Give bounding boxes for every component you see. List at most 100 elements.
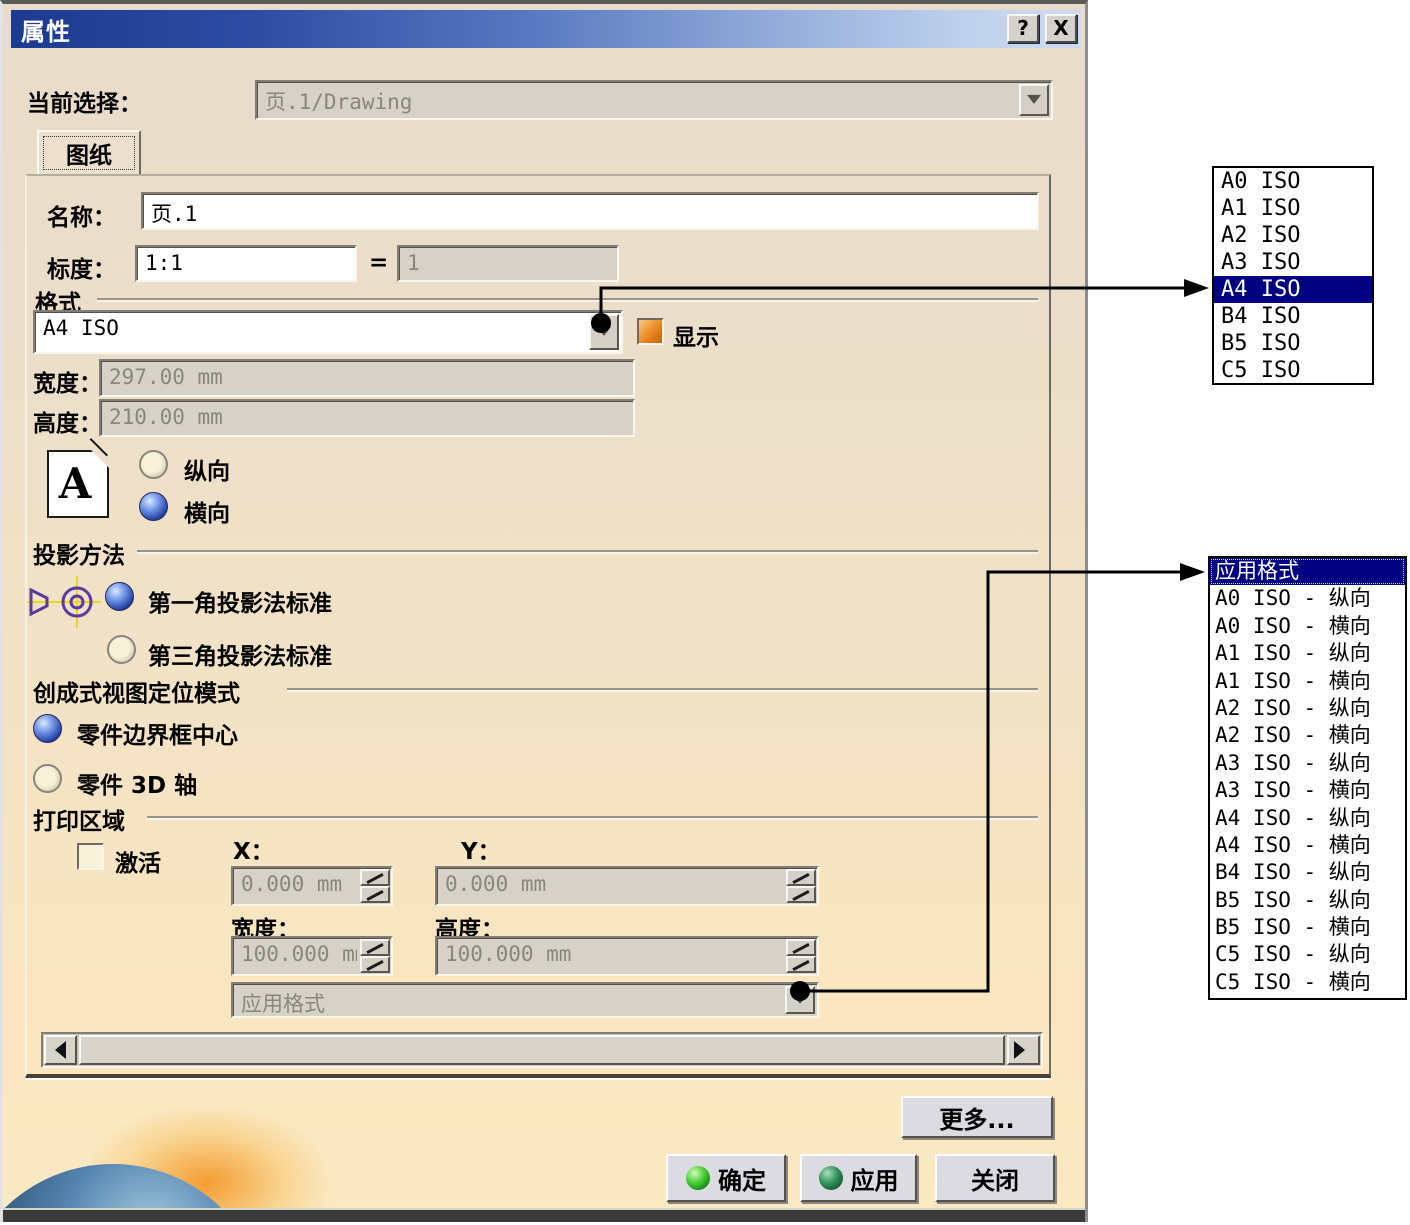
spin-down-icon[interactable] xyxy=(360,956,390,973)
activate-checkbox[interactable] xyxy=(77,843,104,870)
scroll-left-icon[interactable] xyxy=(44,1035,77,1065)
apply-format-list-item[interactable]: B5 ISO - 横向 xyxy=(1210,914,1405,941)
first-angle-projection-icon xyxy=(27,576,101,628)
spin-up-icon[interactable] xyxy=(786,869,816,886)
format-list-item[interactable]: A1 ISO xyxy=(1214,195,1372,222)
third-angle-radio[interactable] xyxy=(107,635,136,664)
spin-down-icon[interactable] xyxy=(786,886,816,903)
format-list-item[interactable]: A3 ISO xyxy=(1214,249,1372,276)
format-list-item[interactable]: A0 ISO xyxy=(1214,168,1372,195)
part-3d-axis-radio[interactable] xyxy=(33,764,62,793)
format-list-item[interactable]: B5 ISO xyxy=(1214,330,1372,357)
ok-button[interactable]: 确定 xyxy=(666,1154,786,1202)
print-height-spinner[interactable]: 100.000 mm xyxy=(435,936,819,976)
apply-format-list-item[interactable]: A3 ISO - 横向 xyxy=(1210,777,1405,804)
spin-up-icon[interactable] xyxy=(360,939,390,956)
horizontal-scrollbar[interactable] xyxy=(41,1032,1043,1068)
portrait-radio[interactable] xyxy=(139,450,168,479)
format-list-item[interactable]: C5 ISO xyxy=(1214,357,1372,383)
apply-format-value: 应用格式 xyxy=(241,992,325,1016)
close-button-label: 关闭 xyxy=(971,1166,1019,1195)
scale-input[interactable]: 1:1 xyxy=(135,245,357,282)
print-x-label: X： xyxy=(233,839,274,865)
print-width-value: 100.000 mm xyxy=(241,942,357,966)
print-area-group-label: 打印区域 xyxy=(33,809,125,835)
scale-result-field: 1 xyxy=(397,245,619,282)
apply-format-list-item[interactable]: A0 ISO - 横向 xyxy=(1210,613,1405,640)
print-y-value: 0.000 mm xyxy=(445,872,547,896)
apply-format-dropdown-list[interactable]: 应用格式 A0 ISO - 纵向 A0 ISO - 横向 A1 ISO - 纵向 A1… xyxy=(1208,556,1407,1000)
scrollbar-thumb[interactable] xyxy=(79,1035,1005,1065)
spin-up-icon[interactable] xyxy=(786,939,816,956)
format-height-field: 210.00 mm xyxy=(99,399,635,437)
name-input[interactable]: 页.1 xyxy=(141,192,1039,230)
spin-up-icon[interactable] xyxy=(360,869,390,886)
apply-format-list-item[interactable]: A1 ISO - 横向 xyxy=(1210,668,1405,695)
format-height-label: 高度： xyxy=(33,411,102,437)
first-angle-radio[interactable] xyxy=(105,582,134,611)
format-width-field: 297.00 mm xyxy=(99,359,635,397)
apply-format-combobox[interactable]: 应用格式 xyxy=(231,982,819,1018)
current-selection-combobox[interactable]: 页.1/Drawing xyxy=(255,80,1053,120)
chevron-down-icon[interactable] xyxy=(589,314,619,350)
apply-format-list-item[interactable]: A2 ISO - 纵向 xyxy=(1210,695,1405,722)
apply-format-list-item[interactable]: C5 ISO - 纵向 xyxy=(1210,941,1405,968)
apply-button-label: 应用 xyxy=(850,1166,899,1195)
print-width-spinner[interactable]: 100.000 mm xyxy=(231,936,393,976)
print-x-value: 0.000 mm xyxy=(241,872,343,896)
display-label: 显示 xyxy=(673,325,719,351)
chevron-down-icon[interactable] xyxy=(785,986,815,1014)
bounding-box-center-label: 零件边界框中心 xyxy=(77,723,238,749)
format-list-item[interactable]: B4 ISO xyxy=(1214,303,1372,330)
apply-format-list-item[interactable]: C5 ISO - 横向 xyxy=(1210,969,1405,996)
apply-format-list-item[interactable]: A4 ISO - 横向 xyxy=(1210,832,1405,859)
apply-format-list-item[interactable]: A4 ISO - 纵向 xyxy=(1210,805,1405,832)
arrow2-head xyxy=(1180,563,1205,581)
apply-sphere-icon xyxy=(818,1166,843,1190)
close-button[interactable]: 关闭 xyxy=(935,1154,1055,1202)
apply-format-list-item[interactable]: A2 ISO - 横向 xyxy=(1210,722,1405,749)
portrait-label: 纵向 xyxy=(184,459,230,485)
more-button[interactable]: 更多... xyxy=(901,1096,1053,1138)
scale-value: 1:1 xyxy=(145,251,183,275)
tab-sheet-label: 图纸 xyxy=(66,143,112,169)
print-height-value: 100.000 mm xyxy=(445,942,572,966)
more-button-label: 更多... xyxy=(939,1105,1015,1134)
current-selection-label: 当前选择： xyxy=(27,91,142,117)
positioning-group-rule xyxy=(287,688,1038,690)
apply-format-list-item[interactable]: A3 ISO - 纵向 xyxy=(1210,750,1405,777)
window-title: 属性 xyxy=(21,17,71,46)
display-checkbox[interactable] xyxy=(637,318,664,345)
bounding-box-center-radio[interactable] xyxy=(33,714,62,743)
help-button[interactable]: ? xyxy=(1007,14,1039,43)
format-width-label: 宽度： xyxy=(33,371,102,397)
ok-button-label: 确定 xyxy=(718,1166,766,1195)
chevron-down-icon[interactable] xyxy=(1019,84,1049,116)
scroll-right-icon[interactable] xyxy=(1007,1035,1040,1065)
close-icon[interactable]: X xyxy=(1045,14,1077,43)
positioning-group-label: 创成式视图定位模式 xyxy=(33,681,240,707)
name-label: 名称： xyxy=(47,205,116,231)
projection-group-rule xyxy=(137,550,1038,552)
print-y-label: Y： xyxy=(461,839,501,865)
format-combobox[interactable]: A4 ISO xyxy=(33,310,623,354)
tab-sheet[interactable]: 图纸 xyxy=(37,130,141,176)
landscape-label: 横向 xyxy=(184,501,230,527)
spin-down-icon[interactable] xyxy=(360,886,390,903)
print-x-spinner[interactable]: 0.000 mm xyxy=(231,866,393,906)
title-bar[interactable]: 属性 ? X xyxy=(11,10,1081,48)
apply-button[interactable]: 应用 xyxy=(800,1154,917,1202)
ok-sphere-icon xyxy=(686,1166,710,1190)
format-list-item[interactable]: A4 ISO xyxy=(1214,276,1372,303)
apply-format-list-item[interactable]: B4 ISO - 纵向 xyxy=(1210,859,1405,886)
apply-format-list-item[interactable]: A0 ISO - 纵向 xyxy=(1210,585,1405,612)
format-dropdown-list[interactable]: A0 ISO A1 ISO A2 ISO A3 ISO A4 ISO B4 ISO B5 I… xyxy=(1212,166,1374,385)
apply-format-list-header[interactable]: 应用格式 xyxy=(1210,558,1405,586)
spin-down-icon[interactable] xyxy=(786,956,816,973)
apply-format-list-item[interactable]: A1 ISO - 纵向 xyxy=(1210,640,1405,667)
apply-format-list-item[interactable]: B5 ISO - 纵向 xyxy=(1210,887,1405,914)
format-list-item[interactable]: A2 ISO xyxy=(1214,222,1372,249)
print-y-spinner[interactable]: 0.000 mm xyxy=(435,866,819,906)
paper-orientation-icon: A xyxy=(47,438,109,518)
landscape-radio[interactable] xyxy=(139,492,168,521)
